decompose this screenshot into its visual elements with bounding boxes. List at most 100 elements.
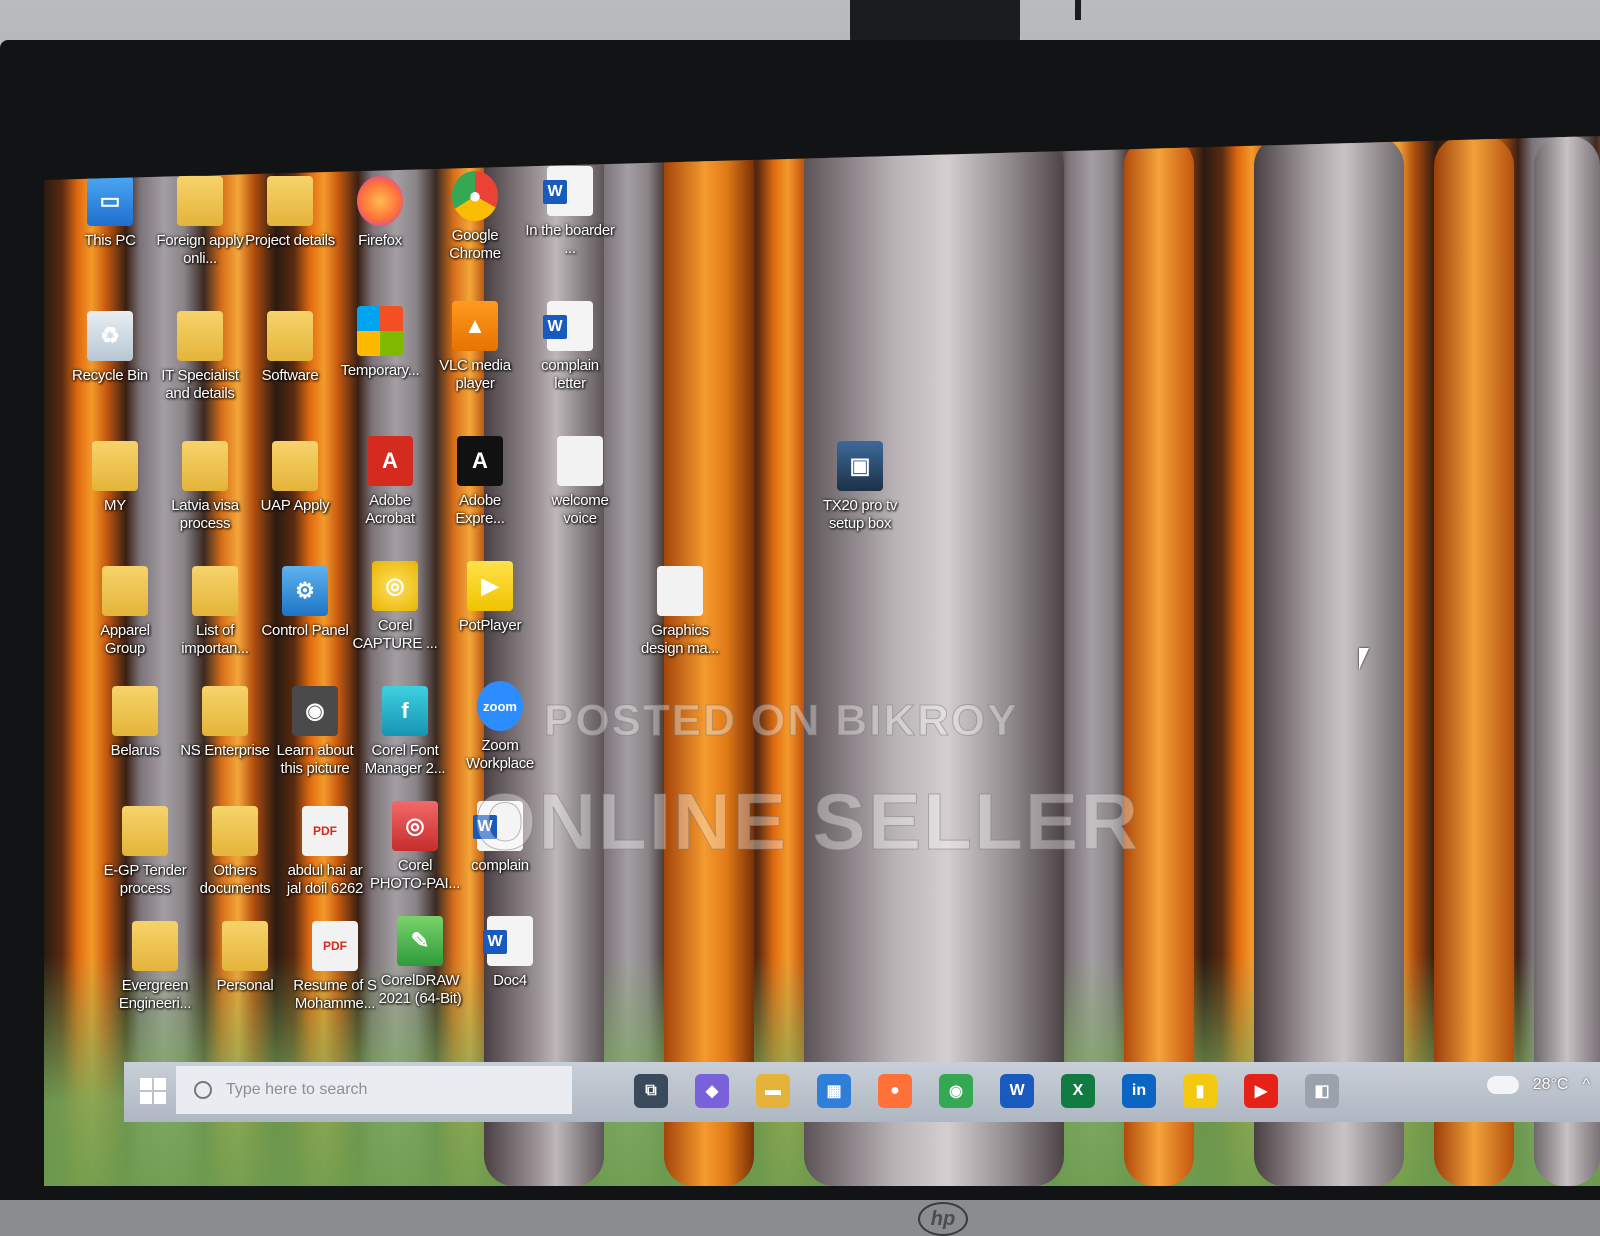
corel-capture-icon: ◎ <box>372 561 418 611</box>
hp-logo: hp <box>918 1202 968 1236</box>
linkedin-icon[interactable]: in <box>1122 1074 1156 1108</box>
desktop-icon-tx20-pro-tv-setup-box[interactable]: ▣ TX20 pro tv setup box <box>814 441 906 533</box>
folder-icon <box>222 921 268 971</box>
desktop-icon-corel-photo-pai[interactable]: ◎ Corel PHOTO-PAI... <box>369 801 461 893</box>
desktop-icon-label: Resume of S Mohamme... <box>293 977 377 1012</box>
desktop-icon-latvia-visa-process[interactable]: Latvia visa process <box>159 441 251 533</box>
power-bi-icon[interactable]: ▮ <box>1183 1074 1217 1108</box>
desktop-icon-corel-capture[interactable]: ◎ Corel CAPTURE ... <box>349 561 441 653</box>
control-panel-icon: ⚙ <box>282 566 328 616</box>
desktop-icon-adobe-acrobat[interactable]: A Adobe Acrobat <box>344 436 436 528</box>
desktop-icon-adobe-expre[interactable]: A Adobe Expre... <box>434 436 526 528</box>
desktop-icon-graphics-design-ma[interactable]: Graphics design ma... <box>634 566 726 658</box>
desktop-icon-evergreen-engineeri[interactable]: Evergreen Engineeri... <box>109 921 201 1013</box>
copilot-icon[interactable]: ◆ <box>695 1074 729 1108</box>
desktop-icon-welcome-voice[interactable]: welcome voice <box>534 436 626 528</box>
windows-logo-icon <box>154 1078 166 1090</box>
desktop-icon-label: Software <box>261 367 319 384</box>
folder-icon <box>272 441 318 491</box>
desktop-icon-label: Firefox <box>358 232 402 249</box>
wallpaper-tree-trunk <box>664 136 754 1186</box>
search-placeholder: Type here to search <box>226 1081 368 1098</box>
desktop-icon-label: List of importan... <box>181 622 249 657</box>
microsoft-store-icon[interactable]: ▦ <box>817 1074 851 1108</box>
folder-icon <box>267 311 313 361</box>
desktop-icon-label: Google Chrome <box>449 227 501 262</box>
firefox-icon[interactable]: ● <box>878 1074 912 1108</box>
desktop-icon-list-of-importan[interactable]: List of importan... <box>169 566 261 658</box>
desktop-icon-label: Belarus <box>110 742 160 759</box>
image-file-icon: ▣ <box>837 441 883 491</box>
desktop-icon-control-panel[interactable]: ⚙ Control Panel <box>259 566 351 640</box>
desktop-icon-foreign-apply-onli[interactable]: Foreign apply onli... <box>154 176 246 268</box>
desktop-icon-label: Learn about this picture <box>276 742 354 777</box>
potplayer-icon: ▶ <box>467 561 513 611</box>
desktop-icon-zoom-workplace[interactable]: zoom Zoom Workplace <box>454 681 546 773</box>
desktop-icon-doc4[interactable]: Doc4 <box>464 916 556 990</box>
desktop-icon-apparel-group[interactable]: Apparel Group <box>79 566 171 658</box>
desktop-icon-label: Graphics design ma... <box>640 622 720 657</box>
start-button[interactable] <box>140 1078 166 1104</box>
document-icon <box>557 436 603 486</box>
tray-overflow-chevron-icon[interactable]: ^ <box>1582 1076 1590 1094</box>
desktop-icon-firefox[interactable]: Firefox <box>334 176 426 250</box>
desktop-icon-label: TX20 pro tv setup box <box>822 497 898 532</box>
desktop-icon-label: MY <box>104 497 126 514</box>
desktop-icon-label: Recycle Bin <box>72 367 148 384</box>
desktop-icon-label: Foreign apply onli... <box>156 232 244 267</box>
weather-temperature[interactable]: 28°C <box>1533 1076 1569 1094</box>
desktop-icon-potplayer[interactable]: ▶ PotPlayer <box>444 561 536 635</box>
youtube-icon[interactable]: ▶ <box>1244 1074 1278 1108</box>
desktop-icon-others-documents[interactable]: Others documents <box>189 806 281 898</box>
desktop-icon-ns-enterprise[interactable]: NS Enterprise <box>179 686 271 760</box>
folder-icon <box>192 566 238 616</box>
desktop-icon-abdul-hai-ar-jal-doil-6262[interactable]: PDF abdul hai ar jal doil 6262 <box>279 806 371 898</box>
acrobat-icon: A <box>367 436 413 486</box>
app-icon[interactable]: ◧ <box>1305 1074 1339 1108</box>
desktop-icon-label: This PC <box>84 232 136 249</box>
firefox-icon <box>357 176 403 226</box>
word-icon[interactable]: W <box>1000 1074 1034 1108</box>
windows-logo-icon <box>140 1092 152 1104</box>
excel-icon[interactable]: X <box>1061 1074 1095 1108</box>
desktop-icon-personal[interactable]: Personal <box>199 921 291 995</box>
desktop-icon-label: Doc4 <box>493 972 527 989</box>
desktop-icon-uap-apply[interactable]: UAP Apply <box>249 441 341 515</box>
desktop-icon-vlc-media-player[interactable]: ▲ VLC media player <box>429 301 521 393</box>
desktop-icon-this-pc[interactable]: ▭ This PC <box>64 176 156 250</box>
chrome-icon[interactable]: ◉ <box>939 1074 973 1108</box>
corel-font-icon: f <box>382 686 428 736</box>
folder-icon <box>212 806 258 856</box>
desktop-icon-label: Adobe Expre... <box>455 492 505 527</box>
folder-icon <box>122 806 168 856</box>
desktop-icon-temporary[interactable]: Temporary... <box>334 306 426 380</box>
corel-photo-paint-icon: ◎ <box>392 801 438 851</box>
wallpaper-tree-trunk <box>1124 136 1194 1186</box>
desktop-icon-complain-letter[interactable]: complain letter <box>524 301 616 393</box>
desktop-icon-software[interactable]: Software <box>244 311 336 385</box>
pdf-icon: PDF <box>302 806 348 856</box>
desktop-icon-my[interactable]: MY <box>69 441 161 515</box>
desktop-icon-label: Evergreen Engineeri... <box>118 977 192 1012</box>
desktop-icon-corel-font-manager-2[interactable]: f Corel Font Manager 2... <box>359 686 451 778</box>
search-icon <box>194 1081 212 1099</box>
taskbar-search-box[interactable]: Type here to search <box>176 1066 572 1114</box>
desktop-icon-belarus[interactable]: Belarus <box>89 686 181 760</box>
user-folder-icon <box>92 441 138 491</box>
desktop-icon-in-the-boarder[interactable]: In the boarder ... <box>524 166 616 258</box>
cloudy-weather-icon[interactable] <box>1486 1076 1519 1094</box>
desktop-icon-learn-about-this-picture[interactable]: ◉ Learn about this picture <box>269 686 361 778</box>
adobe-express-icon: A <box>457 436 503 486</box>
desktop-icon-recycle-bin[interactable]: ♻ Recycle Bin <box>64 311 156 385</box>
wallpaper-tree-trunk <box>1434 136 1514 1186</box>
desktop-icon-resume-of-s-mohamme[interactable]: PDF Resume of S Mohamme... <box>289 921 381 1013</box>
desktop-icon-coreldraw-2021-64-bit[interactable]: ✎ CorelDRAW 2021 (64-Bit) <box>374 916 466 1008</box>
task-view-icon[interactable]: ⧉ <box>634 1074 668 1108</box>
desktop-icon-google-chrome[interactable]: ● Google Chrome <box>429 171 521 263</box>
desktop-icon-it-specialist-and-details[interactable]: IT Specialist and details <box>154 311 246 403</box>
desktop-icon-project-details[interactable]: Project details <box>244 176 336 250</box>
desktop-icon-label: Temporary... <box>340 362 420 379</box>
desktop-icon-e-gp-tender-process[interactable]: E-GP Tender process <box>99 806 191 898</box>
file-explorer-icon[interactable]: ▬ <box>756 1074 790 1108</box>
folder-icon <box>112 686 158 736</box>
